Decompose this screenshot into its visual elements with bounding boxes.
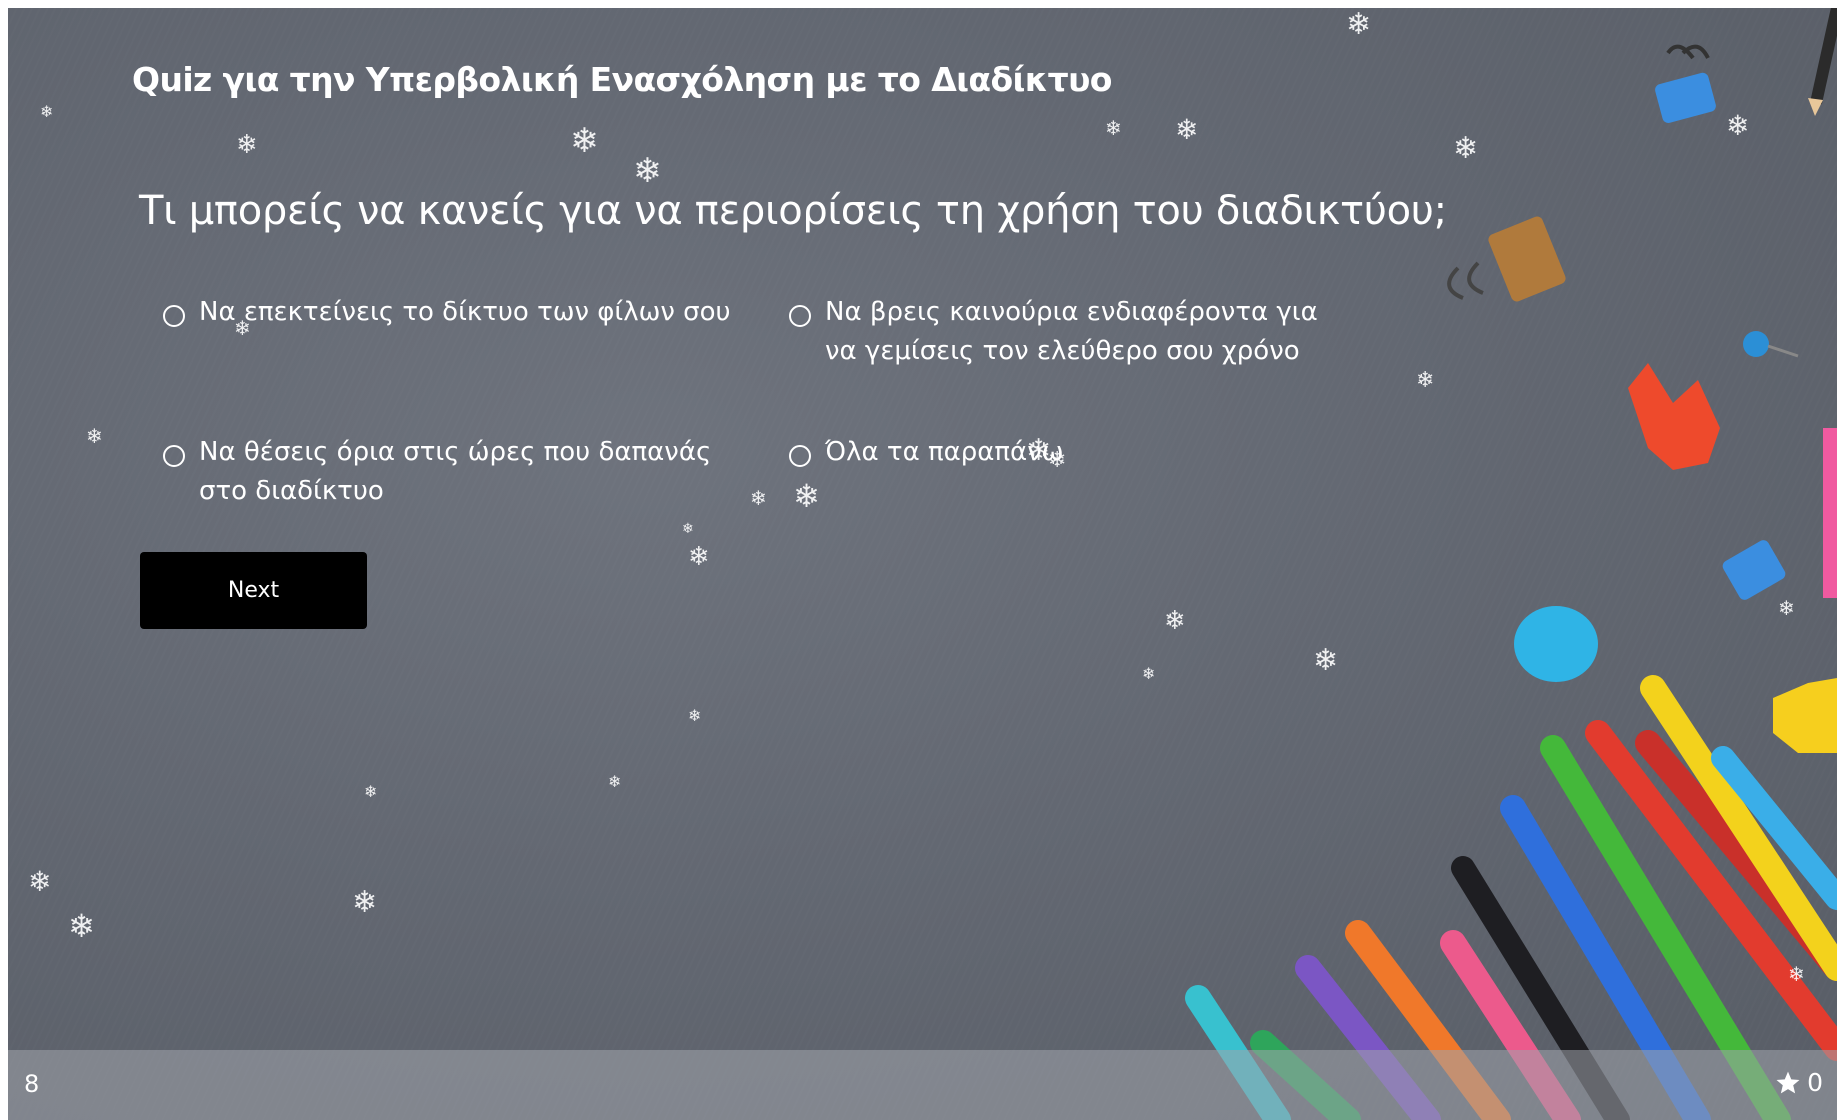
next-button[interactable]: Next [140, 552, 367, 629]
radio-button[interactable] [789, 305, 811, 327]
snowflake-icon: ❄ [570, 121, 599, 161]
radio-button[interactable] [163, 305, 185, 327]
snowflake-icon: ❄ [28, 865, 52, 898]
quiz-title: Quiz για την Υπερβολική Ενασχόληση με το… [132, 60, 1112, 99]
snowflake-icon: ❄ [1726, 109, 1750, 142]
snowflake-icon: ❄ [364, 782, 378, 801]
answer-option-2[interactable]: Να βρεις καινούρια ενδιαφέροντα για να γ… [789, 297, 1349, 371]
snowflake-icon: ❄ [68, 907, 95, 945]
snowflake-icon: ❄ [750, 486, 767, 510]
snowflake-icon: ❄ [1416, 368, 1435, 393]
answer-option-label: Να θέσεις όρια στις ώρες που δαπανάς στο… [199, 437, 712, 506]
snowflake-icon: ❄ [236, 130, 258, 160]
answer-option-4[interactable]: Όλα τα παραπάνω [789, 437, 1349, 472]
answer-option-3[interactable]: Να θέσεις όρια στις ώρες που δαπανάς στο… [163, 437, 733, 511]
page-number: 8 [24, 1070, 40, 1098]
score-display: 0 [1775, 1068, 1823, 1097]
snowflake-icon: ❄ [793, 477, 820, 515]
score-value: 0 [1807, 1068, 1823, 1097]
snowflake-icon: ❄ [1346, 8, 1372, 42]
radio-button[interactable] [163, 445, 185, 467]
snowflake-icon: ❄ [1778, 596, 1795, 620]
footer-bar: 8 0 [8, 1050, 1837, 1120]
snowflake-icon: ❄ [608, 772, 622, 791]
snowflake-icon: ❄ [1105, 116, 1122, 140]
quiz-slide: ❄ ❄ ❄ ❄ ❄ ❄ ❄ ❄ ❄ ❄ ❄ ❄ ❄ ❄ ❄ ❄ ❄ ❄ ❄ ❄ … [8, 8, 1837, 1120]
snowflake-icon: ❄ [1453, 131, 1479, 166]
snowflake-icon: ❄ [352, 885, 378, 920]
snowflake-icon: ❄ [1175, 113, 1199, 146]
answer-option-label: Να επεκτείνεις το δίκτυο των φίλων σου [199, 297, 731, 327]
radio-button[interactable] [789, 445, 811, 467]
answer-option-label: Όλα τα παραπάνω [825, 437, 1064, 467]
snowflake-icon: ❄ [688, 706, 702, 725]
snowflake-icon: ❄ [86, 424, 103, 448]
snowflake-icon: ❄ [682, 521, 694, 537]
snowflake-icon: ❄ [688, 542, 710, 572]
snowflake-icon: ❄ [40, 102, 54, 121]
snowflake-icon: ❄ [633, 151, 662, 191]
snowflake-icon: ❄ [1788, 962, 1805, 986]
snowflake-icon: ❄ [1313, 643, 1339, 678]
snowflake-icon: ❄ [1164, 606, 1186, 636]
answer-option-label: Να βρεις καινούρια ενδιαφέροντα για να γ… [825, 297, 1318, 366]
question-text: Τι μπορείς να κανείς για να περιορίσεις … [139, 188, 1447, 234]
answer-option-1[interactable]: Να επεκτείνεις το δίκτυο των φίλων σου [163, 297, 733, 332]
star-icon [1776, 1071, 1800, 1093]
snowflake-icon: ❄ [1142, 664, 1156, 683]
